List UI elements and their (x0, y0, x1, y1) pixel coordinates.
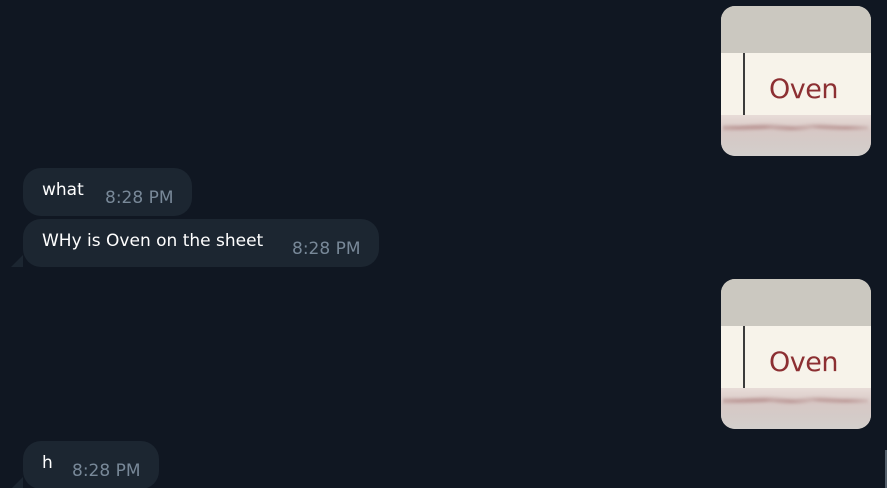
image-text-band: Oven (721, 326, 871, 388)
image-blurred-area (721, 388, 871, 429)
image-top-area (721, 6, 871, 53)
message-text: what (42, 180, 84, 200)
image-top-area (721, 279, 871, 326)
message-time: 8:28 PM (72, 461, 141, 481)
image-word: Oven (769, 347, 838, 378)
image-vertical-line (743, 326, 745, 388)
image-word: Oven (769, 74, 838, 105)
message-text: h (42, 453, 53, 473)
chat-thread: Oven what 8:28 PM WHy is Oven on the she… (0, 0, 887, 488)
incoming-message[interactable]: what 8:28 PM (23, 168, 192, 216)
incoming-message[interactable]: h 8:28 PM (23, 441, 159, 488)
message-time: 8:28 PM (105, 188, 174, 208)
image-message[interactable]: Oven (721, 6, 871, 156)
incoming-message[interactable]: WHy is Oven on the sheet 8:28 PM (23, 219, 379, 267)
message-time: 8:28 PM (292, 239, 361, 259)
image-message[interactable]: Oven (721, 279, 871, 429)
image-text-band: Oven (721, 53, 871, 115)
image-blurred-area (721, 115, 871, 156)
image-vertical-line (743, 53, 745, 115)
message-text: WHy is Oven on the sheet (42, 231, 264, 251)
